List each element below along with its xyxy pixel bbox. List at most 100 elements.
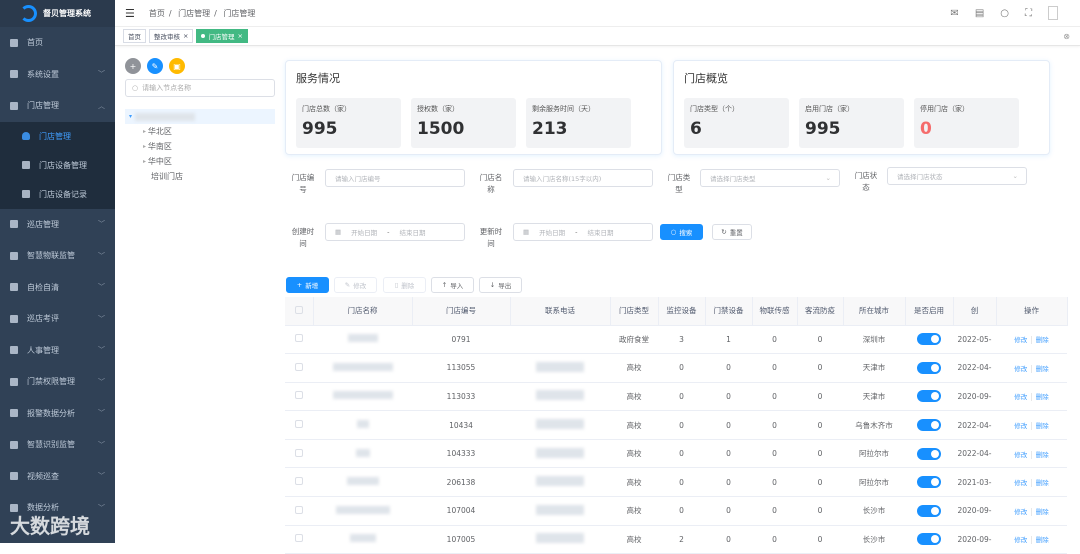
delete-link[interactable]: 删除 bbox=[1036, 536, 1049, 544]
row-checkbox[interactable] bbox=[285, 496, 313, 526]
close-icon[interactable]: × bbox=[237, 32, 242, 40]
created-date-range[interactable]: ▦ 开始日期 - 结束日期 bbox=[325, 223, 465, 241]
delete-link[interactable]: 删除 bbox=[1036, 336, 1049, 344]
delete-button[interactable]: ▯ 删除 bbox=[383, 277, 426, 293]
column-header[interactable]: 门店编号 bbox=[412, 297, 511, 326]
avatar[interactable] bbox=[1048, 6, 1058, 20]
column-header[interactable]: 门禁设备 bbox=[705, 297, 753, 326]
enabled-toggle[interactable] bbox=[917, 361, 941, 374]
import-button[interactable]: ↑ 导入 bbox=[431, 277, 474, 293]
edit-link[interactable]: 修改 bbox=[1014, 365, 1027, 373]
sidebar-item[interactable]: 智慧物联监管 ﹀ bbox=[0, 240, 115, 272]
search-button[interactable]: ○ 搜索 bbox=[660, 224, 703, 240]
column-header[interactable]: 门店名称 bbox=[313, 297, 413, 326]
column-header[interactable]: 客流防疫 bbox=[797, 297, 844, 326]
sidebar-subitem[interactable]: 门店管理 bbox=[0, 122, 115, 151]
sidebar-item[interactable]: 视频巡查 ﹀ bbox=[0, 461, 115, 493]
store-type-select[interactable]: 请选择门店类型 ⌄ bbox=[700, 169, 840, 187]
sidebar-item[interactable]: 报警数据分析 ﹀ bbox=[0, 398, 115, 430]
enabled-toggle[interactable] bbox=[917, 476, 941, 489]
sidebar-item[interactable]: 巡店管理 ﹀ bbox=[0, 209, 115, 241]
edit-link[interactable]: 修改 bbox=[1014, 336, 1027, 344]
mail-icon[interactable]: ✉ bbox=[950, 8, 958, 19]
column-header[interactable]: 操作 bbox=[996, 297, 1068, 326]
edit-button[interactable]: ✎ 修改 bbox=[334, 277, 377, 293]
sidebar-item[interactable]: 系统设置 ﹀ bbox=[0, 59, 115, 91]
edit-link[interactable]: 修改 bbox=[1014, 422, 1027, 430]
sidebar-item[interactable]: 门禁权限管理 ﹀ bbox=[0, 366, 115, 398]
delete-link[interactable]: 删除 bbox=[1036, 422, 1049, 430]
row-checkbox[interactable] bbox=[285, 467, 313, 498]
column-header[interactable]: 物联传感 bbox=[752, 297, 798, 326]
edit-node-icon[interactable]: ✎ bbox=[147, 58, 163, 74]
sidebar-item[interactable]: 首页 bbox=[0, 27, 115, 59]
column-header[interactable]: 监控设备 bbox=[658, 297, 706, 326]
close-icon[interactable]: × bbox=[183, 32, 188, 40]
sidebar-subitem[interactable]: 门店设备记录 bbox=[0, 180, 115, 209]
search-icon[interactable]: ○ bbox=[1000, 8, 1009, 19]
edit-link[interactable]: 修改 bbox=[1014, 393, 1027, 401]
sidebar-item[interactable]: 自检自清 ﹀ bbox=[0, 272, 115, 304]
store-no-input[interactable]: 请输入门店编号 bbox=[325, 169, 465, 187]
breadcrumb-item[interactable]: 首页 bbox=[149, 9, 165, 18]
reset-button[interactable]: ↻ 重置 bbox=[712, 224, 752, 240]
sidebar-subitem[interactable]: 门店设备管理 bbox=[0, 151, 115, 180]
enabled-toggle[interactable] bbox=[917, 333, 941, 346]
select-all-checkbox[interactable] bbox=[285, 297, 314, 326]
edit-link[interactable]: 修改 bbox=[1014, 479, 1027, 487]
hamburger-icon[interactable]: ☰ bbox=[125, 7, 135, 20]
enabled-toggle[interactable] bbox=[917, 419, 941, 432]
column-header[interactable]: 是否启用 bbox=[905, 297, 954, 326]
enabled-toggle[interactable] bbox=[917, 504, 941, 517]
tree-node[interactable]: ▸ 华南区 bbox=[125, 139, 275, 154]
tree-node[interactable]: ▸ 华北区 bbox=[125, 124, 275, 139]
row-checkbox[interactable] bbox=[285, 410, 313, 440]
fullscreen-icon[interactable]: ⛶ bbox=[1025, 8, 1032, 19]
actions-cell: 修改 | 删除 bbox=[996, 325, 1067, 355]
store-name-input[interactable]: 请输入门店名称(15字以内) bbox=[513, 169, 653, 187]
sidebar-item[interactable]: 智慧识别监管 ﹀ bbox=[0, 429, 115, 461]
sidebar-item[interactable]: 巡店考评 ﹀ bbox=[0, 303, 115, 335]
add-node-icon[interactable]: + bbox=[125, 58, 141, 74]
row-checkbox[interactable] bbox=[285, 382, 313, 412]
delete-link[interactable]: 删除 bbox=[1036, 479, 1049, 487]
button-label: 修改 bbox=[353, 282, 367, 290]
row-checkbox[interactable] bbox=[285, 325, 313, 355]
edit-link[interactable]: 修改 bbox=[1014, 508, 1027, 516]
tab-rectify-review[interactable]: 整改审核 × bbox=[149, 29, 194, 43]
delete-link[interactable]: 删除 bbox=[1036, 451, 1049, 459]
close-all-icon[interactable]: ⊗ bbox=[1063, 32, 1070, 41]
store-status-select[interactable]: 请选择门店状态 ⌄ bbox=[887, 167, 1027, 185]
column-header[interactable]: 联系电话 bbox=[510, 297, 611, 326]
delete-node-icon[interactable]: ▣ bbox=[169, 58, 185, 74]
column-header[interactable]: 创 bbox=[953, 297, 997, 326]
tree-root[interactable]: ▾ bbox=[125, 109, 275, 124]
tab-home[interactable]: 首页 bbox=[123, 29, 146, 43]
row-checkbox[interactable] bbox=[285, 353, 313, 383]
updated-date-range[interactable]: ▦ 开始日期 - 结束日期 bbox=[513, 223, 653, 241]
breadcrumb-item[interactable]: 门店管理 bbox=[178, 9, 210, 18]
edit-link[interactable]: 修改 bbox=[1014, 451, 1027, 459]
row-checkbox[interactable] bbox=[285, 525, 313, 554]
delete-link[interactable]: 删除 bbox=[1036, 365, 1049, 373]
delete-link[interactable]: 删除 bbox=[1036, 508, 1049, 516]
row-checkbox[interactable] bbox=[285, 439, 313, 469]
add-button[interactable]: + 新增 bbox=[286, 277, 329, 293]
sidebar-item[interactable]: 门店管理 ︿ bbox=[0, 90, 115, 122]
tree-node[interactable]: 培训门店 bbox=[125, 169, 275, 184]
sidebar-item[interactable]: 人事管理 ﹀ bbox=[0, 335, 115, 367]
column-header[interactable]: 所在城市 bbox=[843, 297, 906, 326]
stat-value: 213 bbox=[532, 119, 568, 139]
tab-store-management[interactable]: 门店管理 × bbox=[196, 29, 248, 43]
tree-node[interactable]: ▸ 华中区 bbox=[125, 154, 275, 169]
edit-link[interactable]: 修改 bbox=[1014, 536, 1027, 544]
enabled-toggle[interactable] bbox=[917, 390, 941, 403]
column-header[interactable]: 门店类型 bbox=[610, 297, 659, 326]
enabled-toggle[interactable] bbox=[917, 447, 941, 460]
flow-count-cell: 0 bbox=[797, 439, 843, 469]
export-button[interactable]: ↓ 导出 bbox=[479, 277, 522, 293]
enabled-toggle[interactable] bbox=[917, 533, 941, 546]
document-icon[interactable]: ▤ bbox=[975, 8, 984, 19]
delete-link[interactable]: 删除 bbox=[1036, 393, 1049, 401]
tree-search-input[interactable]: ○ 请输入节点名称 bbox=[125, 79, 275, 97]
